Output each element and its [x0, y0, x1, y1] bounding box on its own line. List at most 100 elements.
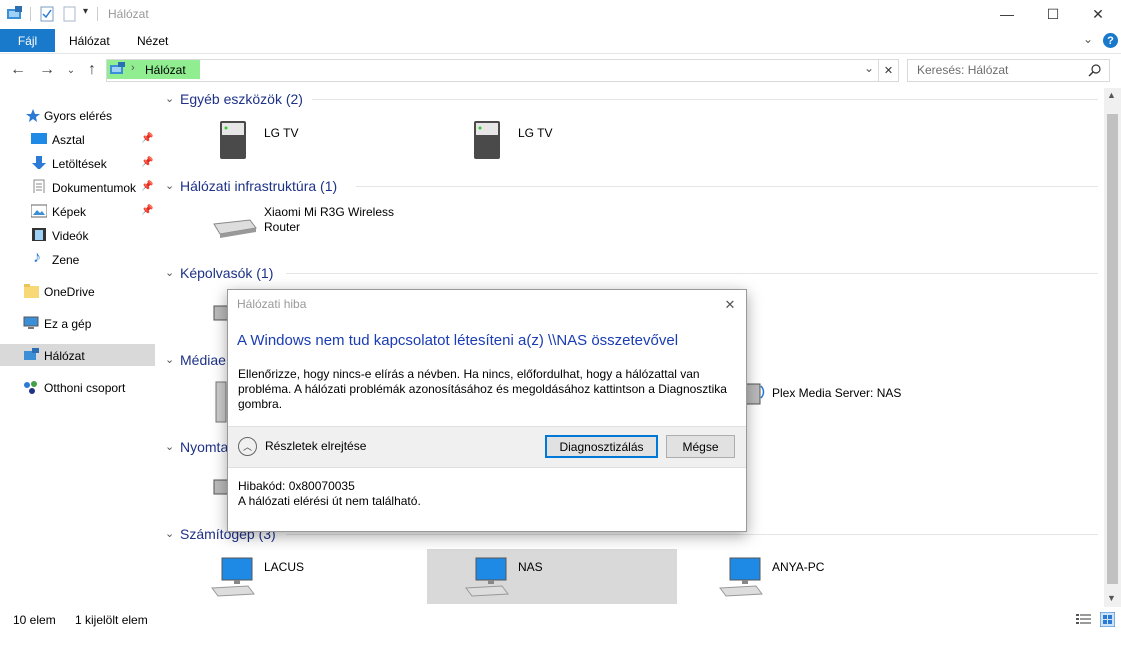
selected-count: 1 kijelölt elem — [75, 613, 148, 627]
media-server-icon — [745, 383, 765, 405]
maximize-button[interactable]: ☐ — [1030, 0, 1076, 28]
back-button[interactable]: ← — [7, 59, 29, 81]
status-bar: 10 elem 1 kijelölt elem — [0, 608, 1121, 632]
details-toggle-link[interactable]: Részletek elrejtése — [265, 439, 366, 453]
scroll-down-icon[interactable]: ▼ — [1107, 593, 1116, 603]
forward-button[interactable]: → — [36, 59, 58, 81]
group-divider — [286, 534, 1098, 535]
dialog-close-button[interactable]: ✕ — [719, 294, 741, 316]
address-dropdown-icon[interactable]: ⌄ — [864, 61, 874, 75]
sidebar-label: Gyors elérés — [44, 109, 113, 123]
list-item[interactable]: LACUS — [208, 550, 408, 604]
scroll-up-icon[interactable]: ▲ — [1107, 90, 1116, 100]
sidebar-label: Hálózat — [44, 349, 85, 363]
collapse-details-icon[interactable]: ︿ — [238, 437, 257, 456]
dialog-button-bar: ︿ Részletek elrejtése Diagnosztizálás Mé… — [228, 426, 746, 468]
sidebar-item-music[interactable]: ♪ Zene — [0, 248, 155, 270]
tab-view[interactable]: Nézet — [137, 29, 168, 52]
details-view-icon[interactable] — [1076, 613, 1092, 626]
pin-icon[interactable]: 📌 — [141, 181, 153, 192]
list-item-selected[interactable]: NAS — [427, 549, 677, 604]
sidebar-item-onedrive[interactable]: OneDrive — [0, 280, 155, 302]
chevron-down-icon[interactable]: ⌄ — [165, 179, 174, 192]
sidebar-item-quick-access[interactable]: Gyors elérés — [0, 104, 155, 126]
group-divider — [312, 99, 1098, 100]
media-device-icon — [220, 121, 246, 159]
chevron-down-icon[interactable]: ⌄ — [165, 353, 174, 366]
help-icon[interactable]: ? — [1103, 33, 1118, 48]
pin-icon[interactable]: 📌 — [141, 157, 153, 168]
scrollbar-thumb[interactable] — [1107, 114, 1118, 584]
maximize-icon: ☐ — [1046, 5, 1060, 22]
group-title[interactable]: Képolvasók (1) — [180, 265, 273, 281]
sidebar-label: Képek — [52, 205, 87, 219]
group-divider — [286, 273, 1098, 274]
chevron-down-icon[interactable]: ▾ — [83, 6, 88, 17]
expand-ribbon-icon[interactable]: ⌄ — [1083, 32, 1093, 46]
clear-address-button[interactable]: ✕ — [878, 59, 899, 82]
sidebar-item-pictures[interactable]: Képek 📌 — [0, 200, 155, 222]
up-button[interactable]: ↑ — [81, 59, 103, 81]
item-label: Xiaomi Mi R3G Wireless — [264, 205, 395, 219]
item-label: LACUS — [264, 560, 305, 574]
group-title[interactable]: Hálózati infrastruktúra (1) — [180, 178, 337, 194]
vertical-scrollbar[interactable]: ▲ ▼ — [1104, 88, 1121, 607]
sidebar-item-desktop[interactable]: Asztal 📌 — [0, 128, 155, 150]
window-title: Hálózat — [108, 7, 149, 21]
video-icon — [32, 228, 46, 241]
search-box[interactable]: Keresés: Hálózat — [907, 59, 1110, 82]
list-item[interactable]: LG TV — [208, 116, 408, 166]
close-button[interactable]: ✕ — [1075, 0, 1121, 28]
error-code: Hibakód: 0x80070035 — [238, 479, 355, 493]
music-icon: ♪ — [33, 249, 41, 266]
tab-file[interactable]: Fájl — [0, 29, 55, 52]
group-title[interactable]: Médiae — [180, 352, 226, 368]
dialog-heading: A Windows nem tud kapcsolatot létesíteni… — [237, 332, 679, 349]
search-input[interactable]: Keresés: Hálózat — [917, 63, 1008, 77]
network-icon[interactable] — [6, 6, 24, 22]
diagnose-button[interactable]: Diagnosztizálás — [545, 435, 658, 458]
sidebar-item-videos[interactable]: Videók — [0, 224, 155, 246]
list-item[interactable]: Plex Media Server: NAS — [744, 376, 944, 412]
minimize-icon: — — [1000, 6, 1014, 22]
download-icon — [32, 156, 46, 169]
pin-icon[interactable]: 📌 — [141, 133, 153, 144]
item-label: ANYA-PC — [772, 560, 825, 574]
dialog-body-line: gombra. — [238, 397, 283, 411]
sidebar-item-this-pc[interactable]: Ez a gép — [0, 312, 155, 334]
chevron-down-icon[interactable]: ⌄ — [165, 92, 174, 105]
chevron-down-icon[interactable]: ⌄ — [165, 527, 174, 540]
address-bar[interactable] — [106, 59, 879, 82]
properties-icon[interactable] — [40, 6, 55, 22]
folder-icon — [24, 284, 39, 298]
pin-icon[interactable]: 📌 — [141, 205, 153, 216]
homegroup-icon — [24, 381, 37, 394]
large-icons-view-icon[interactable] — [1100, 612, 1115, 627]
separator — [97, 7, 98, 21]
recent-locations-icon[interactable]: ⌄ — [60, 59, 82, 81]
sidebar-item-documents[interactable]: Dokumentumok 📌 — [0, 176, 155, 198]
tab-network[interactable]: Hálózat — [69, 29, 110, 52]
breadcrumb-network[interactable]: Hálózat — [145, 63, 186, 77]
star-icon — [26, 109, 40, 122]
sidebar-label: Ez a gép — [44, 317, 92, 331]
minimize-button[interactable]: — — [984, 0, 1030, 28]
list-item[interactable]: LG TV — [462, 116, 662, 166]
sidebar-item-network[interactable]: Hálózat — [0, 344, 155, 366]
item-count: 10 elem — [13, 613, 56, 627]
group-title[interactable]: Nyomta — [180, 439, 228, 455]
separator — [30, 7, 31, 21]
document-icon — [33, 179, 45, 193]
chevron-down-icon[interactable]: ⌄ — [165, 440, 174, 453]
search-icon[interactable] — [1088, 64, 1101, 77]
dialog-body: Ellenőrizze, hogy nincs-e elírás a névbe… — [238, 367, 727, 412]
sidebar-item-homegroup[interactable]: Otthoni csoport — [0, 376, 155, 398]
group-title[interactable]: Egyéb eszközök (2) — [180, 91, 303, 107]
list-item[interactable]: Xiaomi Mi R3G Wireless Router — [208, 202, 408, 250]
sidebar-item-downloads[interactable]: Letöltések 📌 — [0, 152, 155, 174]
new-folder-icon[interactable] — [63, 6, 77, 22]
cancel-button[interactable]: Mégse — [666, 435, 735, 458]
list-item[interactable]: ANYA-PC — [716, 550, 916, 604]
chevron-down-icon[interactable]: ⌄ — [165, 266, 174, 279]
sidebar-label: OneDrive — [44, 285, 95, 299]
